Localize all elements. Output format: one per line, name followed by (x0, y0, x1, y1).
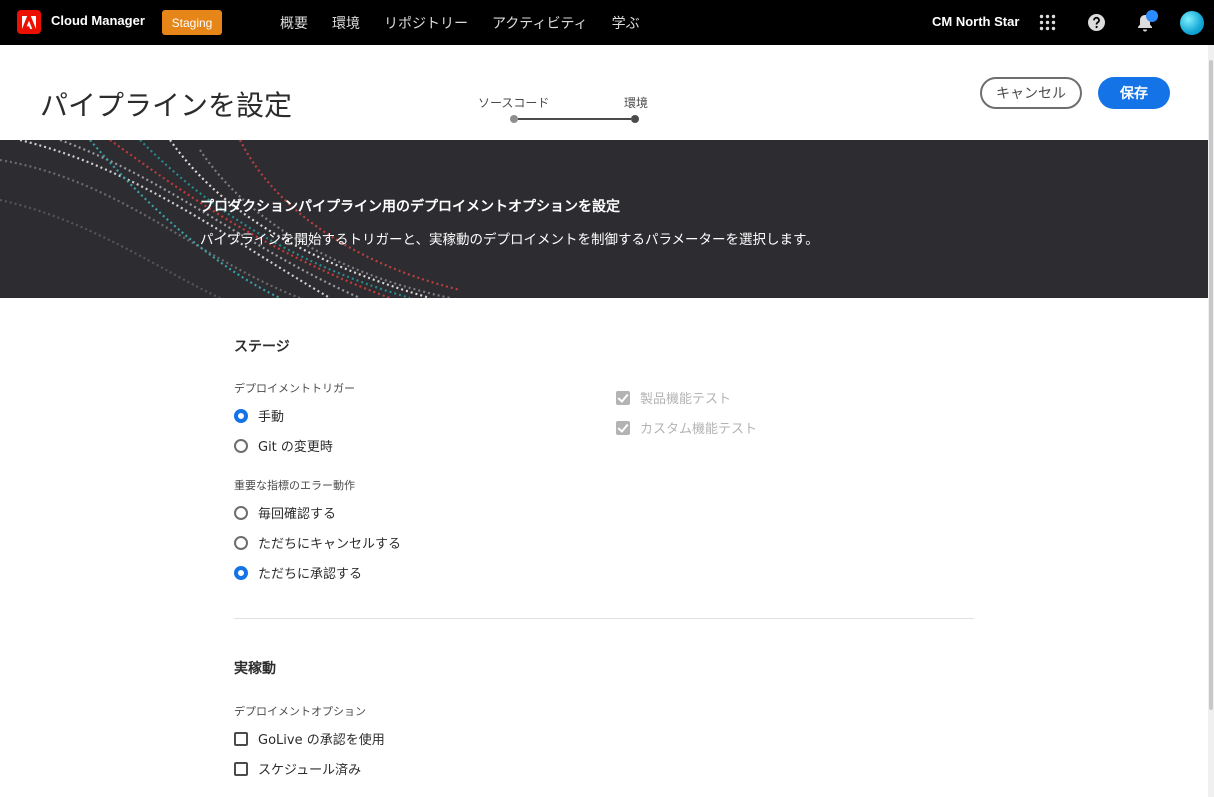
checkbox-label: 製品機能テスト (640, 392, 732, 407)
production-section-title: 実稼動 (234, 661, 276, 677)
scrollbar-thumb[interactable] (1209, 60, 1213, 710)
checkbox-label: カスタム機能テスト (640, 422, 758, 437)
adobe-logo-icon[interactable] (17, 10, 41, 34)
radio-label: ただちに承認する (258, 567, 363, 582)
checkbox[interactable] (234, 761, 248, 776)
radio-label: ただちにキャンセルする (258, 537, 402, 552)
org-switcher[interactable]: CM North Star (932, 14, 1019, 29)
help-icon[interactable] (1088, 14, 1105, 31)
cancel-button[interactable]: キャンセル (980, 77, 1082, 109)
page-title: パイプラインを設定 (40, 89, 293, 122)
radio-button[interactable] (234, 535, 248, 550)
nav-link-environments[interactable]: 環境 (332, 13, 360, 33)
radio-button[interactable] (234, 505, 248, 520)
radio-button-checked[interactable] (234, 408, 248, 423)
radio-label: Git の変更時 (258, 440, 333, 455)
nav-link-repositories[interactable]: リポジトリー (384, 13, 468, 33)
radio-failure-ask-every-time[interactable]: 毎回確認する (234, 503, 336, 522)
checkbox-custom-functional-tests: カスタム機能テスト (616, 418, 757, 437)
hero-banner: プロダクションパイプライン用のデプロイメントオプションを設定 パイプラインを開始… (0, 140, 1208, 298)
step-label-source-code[interactable]: ソースコード (478, 94, 549, 111)
stage-section-title: ステージ (234, 339, 290, 355)
radio-button-checked[interactable] (234, 565, 248, 580)
nav-link-overview[interactable]: 概要 (280, 13, 308, 33)
radio-trigger-git[interactable]: Git の変更時 (234, 436, 333, 455)
banner-subtitle: パイプラインを開始するトリガーと、実稼動のデプロイメントを制御するパラメーターを… (200, 232, 819, 248)
step-dot-environment (631, 115, 639, 123)
checkbox-scheduled[interactable]: スケジュール済み (234, 759, 361, 778)
deployment-trigger-label: デプロイメントトリガー (234, 382, 355, 395)
radio-label: 毎回確認する (258, 507, 337, 522)
radio-failure-approve-immediately[interactable]: ただちに承認する (234, 563, 362, 582)
checkbox-disabled-checked (616, 390, 630, 405)
important-metric-failure-label: 重要な指標のエラー動作 (234, 479, 355, 492)
radio-failure-cancel-immediately[interactable]: ただちにキャンセルする (234, 533, 401, 552)
save-button[interactable]: 保存 (1098, 77, 1170, 109)
section-divider (234, 618, 974, 619)
radio-button[interactable] (234, 438, 248, 453)
step-label-environment: 環境 (624, 96, 649, 110)
radio-label: 手動 (258, 410, 285, 425)
main-nav: 概要 環境 リポジトリー アクティビティ 学ぶ (280, 13, 640, 33)
deployment-options-label: デプロイメントオプション (234, 705, 366, 718)
environment-badge[interactable]: Staging (162, 10, 222, 35)
step-dot-source-code[interactable] (510, 115, 518, 123)
checkbox-product-functional-tests: 製品機能テスト (616, 388, 731, 407)
notification-badge (1146, 10, 1158, 22)
wizard-stepper: ソースコード 環境 (475, 94, 655, 124)
nav-link-activity[interactable]: アクティビティ (492, 13, 588, 33)
checkbox-golive-approval[interactable]: GoLive の承認を使用 (234, 729, 385, 748)
top-navigation: Cloud Manager Staging 概要 環境 リポジトリー アクティビ… (0, 0, 1214, 45)
radio-trigger-manual[interactable]: 手動 (234, 406, 284, 425)
apps-grid-icon[interactable] (1039, 14, 1056, 31)
checkbox[interactable] (234, 731, 248, 746)
avatar[interactable] (1180, 11, 1204, 35)
banner-illustration (0, 140, 460, 298)
checkbox-label: スケジュール済み (258, 763, 362, 778)
app-title[interactable]: Cloud Manager (51, 13, 145, 28)
banner-title: プロダクションパイプライン用のデプロイメントオプションを設定 (200, 199, 620, 215)
checkbox-label: GoLive の承認を使用 (258, 733, 385, 748)
nav-link-learn[interactable]: 学ぶ (612, 13, 640, 33)
checkbox-disabled-checked (616, 420, 630, 435)
step-connector (518, 118, 631, 120)
